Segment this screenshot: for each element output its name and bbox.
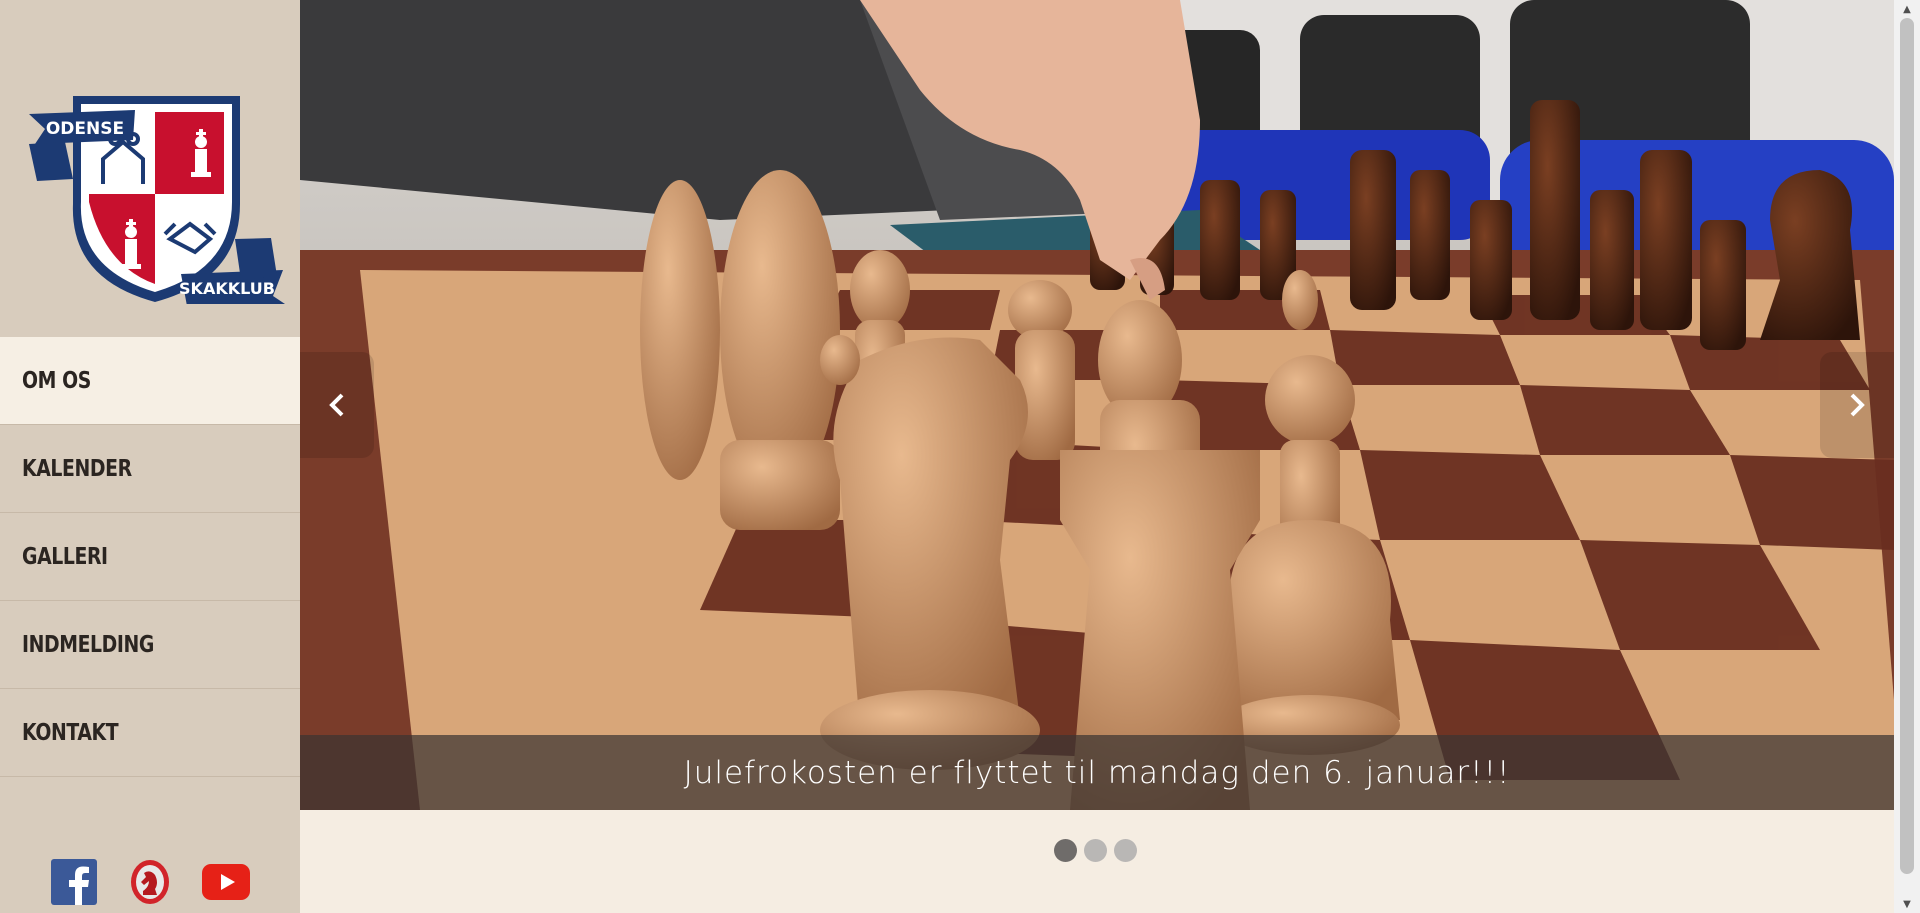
chevron-right-icon: [1850, 393, 1865, 417]
slide-image: [300, 0, 1894, 810]
slide-caption: Julefrokosten er flyttet til mandag den …: [683, 754, 1511, 791]
chevron-left-icon: [329, 393, 344, 417]
slider-dot-1[interactable]: [1054, 839, 1077, 862]
social-links: [0, 858, 300, 906]
chess-knight-icon[interactable]: [126, 858, 174, 906]
nav-label: KONTAKT: [22, 719, 119, 746]
club-logo[interactable]: ODENSE SKAKKLUB: [0, 0, 300, 337]
nav-item-galleri[interactable]: GALLERI: [0, 513, 300, 601]
slide-caption-bar: Julefrokosten er flyttet til mandag den …: [300, 735, 1894, 810]
nav-label: OM OS: [22, 367, 91, 394]
youtube-icon[interactable]: [202, 858, 250, 906]
slider-dot-2[interactable]: [1084, 839, 1107, 862]
main-nav: OM OS KALENDER GALLERI INDMELDING KONTAK…: [0, 337, 300, 777]
scroll-up-arrow-icon[interactable]: ▲: [1894, 0, 1920, 18]
logo-text-bottom: SKAKKLUB: [179, 279, 275, 298]
slider-pagination: [1054, 839, 1137, 862]
slider-dot-3[interactable]: [1114, 839, 1137, 862]
nav-item-kalender[interactable]: KALENDER: [0, 425, 300, 513]
nav-item-indmelding[interactable]: INDMELDING: [0, 601, 300, 689]
facebook-icon[interactable]: [50, 858, 98, 906]
nav-item-om-os[interactable]: OM OS: [0, 337, 300, 425]
sidebar: ODENSE SKAKKLUB OM OS KALENDER GALLERI I…: [0, 0, 300, 913]
logo-text-top: ODENSE: [46, 119, 124, 139]
image-slider: Julefrokosten er flyttet til mandag den …: [300, 0, 1894, 810]
nav-label: KALENDER: [22, 455, 132, 482]
nav-label: GALLERI: [22, 543, 108, 570]
scrollbar-thumb[interactable]: [1900, 18, 1914, 874]
nav-item-kontakt[interactable]: KONTAKT: [0, 689, 300, 777]
page-scrollbar[interactable]: ▲ ▼: [1894, 0, 1920, 913]
slider-prev-button[interactable]: [300, 352, 374, 458]
nav-label: INDMELDING: [22, 631, 154, 658]
scroll-down-arrow-icon[interactable]: ▼: [1894, 895, 1920, 913]
slider-next-button[interactable]: [1820, 352, 1894, 458]
